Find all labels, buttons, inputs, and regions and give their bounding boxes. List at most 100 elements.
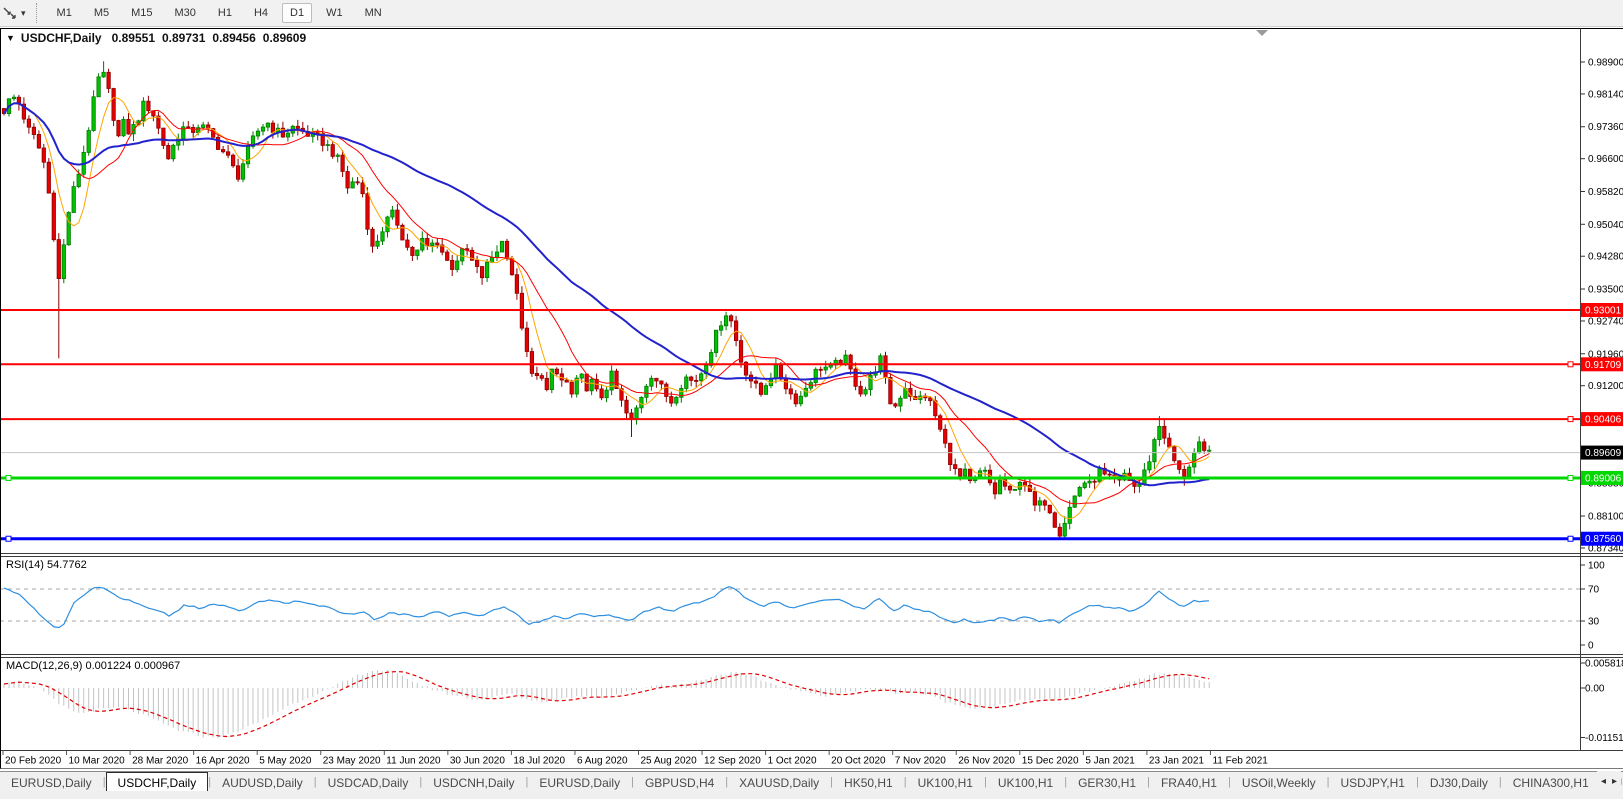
svg-text:10 Mar 2020: 10 Mar 2020 <box>69 756 126 767</box>
svg-text:0: 0 <box>1588 641 1594 652</box>
svg-text:0.00: 0.00 <box>1585 684 1605 695</box>
tabs-scroll-left-icon[interactable]: ◂ <box>1601 776 1606 787</box>
macd-indicator-label: MACD(12,26,9) 0.001224 0.000967 <box>6 660 180 672</box>
chart-tab-usdchf-daily[interactable]: USDCHF,Daily <box>106 772 209 791</box>
ohlc-open: 0.89551 <box>112 31 155 45</box>
chart-tab-uk100-h1[interactable]: UK100,H1 <box>987 772 1064 791</box>
chart-tab-eurusd-daily[interactable]: EURUSD,Daily <box>528 772 631 791</box>
timeframe-button-W1[interactable]: W1 <box>318 3 351 23</box>
cursor-tool-button[interactable]: ▾ <box>0 5 26 21</box>
line-handle[interactable] <box>1568 475 1573 480</box>
price-badge-0.93001: 0.93001 <box>1581 303 1623 317</box>
ohlc-low: 0.89456 <box>212 31 255 45</box>
svg-text:6 Aug 2020: 6 Aug 2020 <box>577 756 628 767</box>
chart-tab-audusd-daily[interactable]: AUDUSD,Daily <box>211 772 314 791</box>
line-handle[interactable] <box>1568 536 1573 541</box>
date-axis[interactable]: 20 Feb 202010 Mar 202028 Mar 202016 Apr … <box>3 751 1268 767</box>
svg-text:0.89609: 0.89609 <box>1585 448 1622 459</box>
chart-header: ▼ USDCHF,Daily 0.89551 0.89731 0.89456 0… <box>6 31 313 45</box>
svg-text:20 Oct 2020: 20 Oct 2020 <box>831 756 886 767</box>
svg-text:5 Jan 2021: 5 Jan 2021 <box>1085 756 1135 767</box>
svg-text:0.96600: 0.96600 <box>1588 154 1623 165</box>
chart-tab-usdcad-daily[interactable]: USDCAD,Daily <box>317 772 420 791</box>
chart-tab-usdcnh-daily[interactable]: USDCNH,Daily <box>422 772 525 791</box>
ohlc-high: 0.89731 <box>162 31 205 45</box>
timeframe-button-H1[interactable]: H1 <box>210 3 240 23</box>
svg-text:0.88100: 0.88100 <box>1588 512 1623 523</box>
svg-text:11 Feb 2021: 11 Feb 2021 <box>1212 756 1268 767</box>
chart-tab-dj30-daily[interactable]: DJ30,Daily <box>1419 772 1499 791</box>
svg-text:-0.011514: -0.011514 <box>1585 733 1623 744</box>
svg-text:16 Apr 2020: 16 Apr 2020 <box>196 756 250 767</box>
svg-text:15 Dec 2020: 15 Dec 2020 <box>1022 756 1079 767</box>
chart-tab-eurusd-daily[interactable]: EURUSD,Daily <box>0 772 103 791</box>
chevron-down-icon[interactable]: ▾ <box>21 8 26 19</box>
svg-text:0.94280: 0.94280 <box>1588 252 1623 263</box>
timeframe-button-D1[interactable]: D1 <box>282 3 312 23</box>
price-axis[interactable]: 0.989000.981400.973600.966000.958200.950… <box>1580 58 1623 744</box>
chart-tab-china300-h1[interactable]: CHINA300,H1 <box>1502 772 1600 791</box>
svg-text:0.98140: 0.98140 <box>1588 89 1623 100</box>
chart-tab-xauusd-daily[interactable]: XAUUSD,Daily <box>728 772 830 791</box>
chart-tab-ger30-h1[interactable]: GER30,H1 <box>1067 772 1147 791</box>
svg-text:0.90406: 0.90406 <box>1585 415 1622 426</box>
chart-tab-uk100-h1[interactable]: UK100,H1 <box>907 772 984 791</box>
svg-text:7 Nov 2020: 7 Nov 2020 <box>895 756 947 767</box>
svg-text:20 Feb 2020: 20 Feb 2020 <box>5 756 62 767</box>
macd-histogram <box>4 670 1209 738</box>
svg-text:0.91709: 0.91709 <box>1585 360 1622 371</box>
macd-signal-line <box>4 672 1209 737</box>
svg-text:30 Jun 2020: 30 Jun 2020 <box>450 756 505 767</box>
price-badge-0.89609: 0.89609 <box>1581 446 1623 460</box>
line-handle[interactable] <box>1568 362 1573 367</box>
svg-text:18 Jul 2020: 18 Jul 2020 <box>513 756 565 767</box>
chart-tab-fra40-h1[interactable]: FRA40,H1 <box>1150 772 1228 791</box>
svg-text:70: 70 <box>1588 585 1600 596</box>
line-handle[interactable] <box>6 536 11 541</box>
chart-tab-bar: EURUSD,Daily|USDCHF,Daily|AUDUSD,Daily|U… <box>0 771 1623 791</box>
timeframe-button-H4[interactable]: H4 <box>246 3 276 23</box>
cursor-tool-icon <box>2 5 18 21</box>
collapse-triangle-icon[interactable]: ▼ <box>6 33 15 43</box>
svg-text:0.98900: 0.98900 <box>1588 58 1623 69</box>
svg-text:100: 100 <box>1588 561 1605 572</box>
chart-tab-gbpusd-h4[interactable]: GBPUSD,H4 <box>634 772 725 791</box>
svg-text:26 Nov 2020: 26 Nov 2020 <box>958 756 1015 767</box>
tab-scroll-controls: ◂ ▸ <box>1597 771 1621 791</box>
tabs-scroll-right-icon[interactable]: ▸ <box>1612 776 1617 787</box>
timeframe-button-M1[interactable]: M1 <box>49 3 80 23</box>
svg-text:0.89006: 0.89006 <box>1585 473 1622 484</box>
svg-text:0.92740: 0.92740 <box>1588 316 1623 327</box>
chart-tab-usoil-weekly[interactable]: USOil,Weekly <box>1231 772 1327 791</box>
svg-text:0.87560: 0.87560 <box>1585 534 1622 545</box>
timeframe-button-M30[interactable]: M30 <box>167 3 204 23</box>
rsi-indicator-label: RSI(14) 54.7762 <box>6 559 87 571</box>
candle-bodies-up <box>7 72 1211 536</box>
toolbar: ▾ M1 M5 M15 M30 H1 H4 D1 W1 MN <box>0 0 1623 27</box>
timeframe-button-M15[interactable]: M15 <box>123 3 160 23</box>
price-badge-0.91709: 0.91709 <box>1581 357 1623 371</box>
price-chart-canvas[interactable]: 0.989000.981400.973600.966000.958200.950… <box>0 0 1623 771</box>
timeframe-button-M5[interactable]: M5 <box>86 3 117 23</box>
svg-text:30: 30 <box>1588 617 1600 628</box>
ma-mid-line <box>4 103 1209 504</box>
svg-text:25 Aug 2020: 25 Aug 2020 <box>641 756 698 767</box>
timeframe-button-MN[interactable]: MN <box>357 3 390 23</box>
chart-symbol-label: USDCHF,Daily <box>21 31 102 45</box>
line-handle[interactable] <box>1568 417 1573 422</box>
ma-slow-line <box>4 103 1209 485</box>
svg-text:0.005818: 0.005818 <box>1585 659 1623 670</box>
svg-text:0.91200: 0.91200 <box>1588 381 1623 392</box>
svg-text:0.97360: 0.97360 <box>1588 122 1623 133</box>
svg-text:0.93001: 0.93001 <box>1585 305 1622 316</box>
svg-text:5 May 2020: 5 May 2020 <box>259 756 312 767</box>
line-handle[interactable] <box>6 475 11 480</box>
chart-tab-usdjpy-h1[interactable]: USDJPY,H1 <box>1330 772 1416 791</box>
chart-tab-hk50-h1[interactable]: HK50,H1 <box>833 772 904 791</box>
toolbar-separator <box>36 3 37 23</box>
svg-text:1 Oct 2020: 1 Oct 2020 <box>768 756 817 767</box>
ohlc-close: 0.89609 <box>263 31 306 45</box>
chart-shift-marker-icon[interactable] <box>1256 30 1268 36</box>
svg-text:23 Jan 2021: 23 Jan 2021 <box>1149 756 1204 767</box>
price-badge-0.87560: 0.87560 <box>1581 532 1623 546</box>
